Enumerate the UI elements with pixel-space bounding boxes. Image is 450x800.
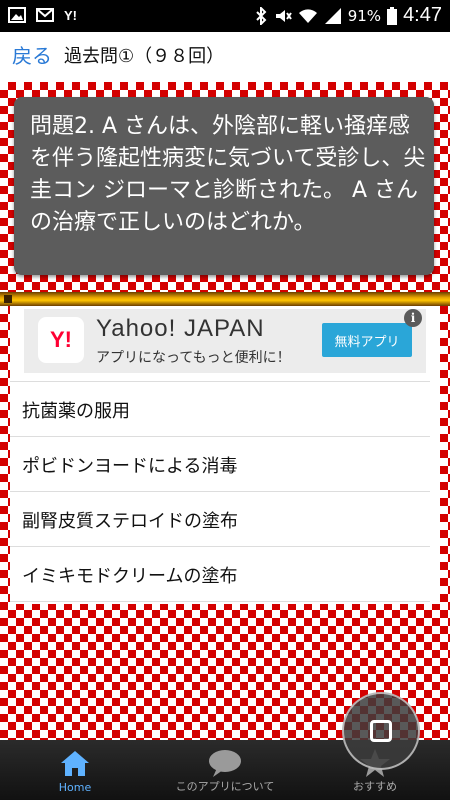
- speech-bubble-icon: [209, 750, 241, 777]
- answer-label: 抗菌薬の服用: [22, 401, 130, 422]
- yahoo-notification-icon: Y!: [64, 7, 77, 23]
- nav-bar: 戻る 過去問①（９８回）: [0, 32, 450, 76]
- tab-home[interactable]: Home: [0, 740, 150, 800]
- answer-label: ポビドンヨードによる消毒: [22, 456, 238, 477]
- ad-subtitle: アプリになってもっと便利に！: [96, 350, 291, 366]
- divider-knob: [4, 295, 12, 303]
- question-card: 問題2. A さんは、外陰部に軽い掻痒感を伴う隆起性病変に気づいて受診し、尖圭コ…: [14, 97, 434, 275]
- ad-banner[interactable]: Y! Yahoo! JAPAN アプリになってもっと便利に！ 無料アプリ i: [24, 309, 426, 373]
- page-title: 過去問①（９８回）: [64, 46, 225, 67]
- battery-percent: 91%: [347, 6, 382, 25]
- answer-option-4[interactable]: イミキモドクリームの塗布: [10, 546, 430, 602]
- yahoo-logo: Y!: [38, 317, 84, 363]
- status-bar: Y! 91% 4:47: [0, 0, 450, 32]
- clock: 4:47: [403, 4, 442, 26]
- floating-action-button[interactable]: [342, 692, 420, 770]
- window-icon: [370, 720, 392, 742]
- answer-option-2[interactable]: ポビドンヨードによる消毒: [10, 436, 430, 491]
- ad-title: Yahoo! JAPAN: [96, 315, 265, 342]
- ad-install-button[interactable]: 無料アプリ: [322, 323, 412, 357]
- signal-icon: [324, 7, 341, 24]
- answer-option-3[interactable]: 副腎皮質ステロイドの塗布: [10, 491, 430, 546]
- bluetooth-icon: [256, 6, 267, 25]
- divider-bar: [0, 292, 450, 306]
- mail-icon: [36, 8, 54, 22]
- answer-option-1[interactable]: 抗菌薬の服用: [10, 381, 430, 436]
- home-icon: [61, 751, 89, 776]
- tab-about[interactable]: このアプリについて: [150, 740, 300, 800]
- ad-info-icon[interactable]: i: [404, 309, 422, 327]
- back-button[interactable]: 戻る: [12, 40, 52, 69]
- tab-label: このアプリについて: [175, 780, 275, 793]
- wifi-icon: [298, 8, 317, 23]
- tab-label: おすすめ: [353, 780, 397, 793]
- tab-label: Home: [58, 781, 92, 794]
- answer-label: イミキモドクリームの塗布: [22, 566, 238, 587]
- battery-icon: [387, 6, 398, 25]
- answer-label: 副腎皮質ステロイドの塗布: [22, 511, 238, 532]
- question-text: 問題2. A さんは、外陰部に軽い掻痒感を伴う隆起性病変に気づいて受診し、尖圭コ…: [30, 114, 426, 235]
- mute-icon: [275, 9, 292, 22]
- gallery-icon: [8, 7, 26, 23]
